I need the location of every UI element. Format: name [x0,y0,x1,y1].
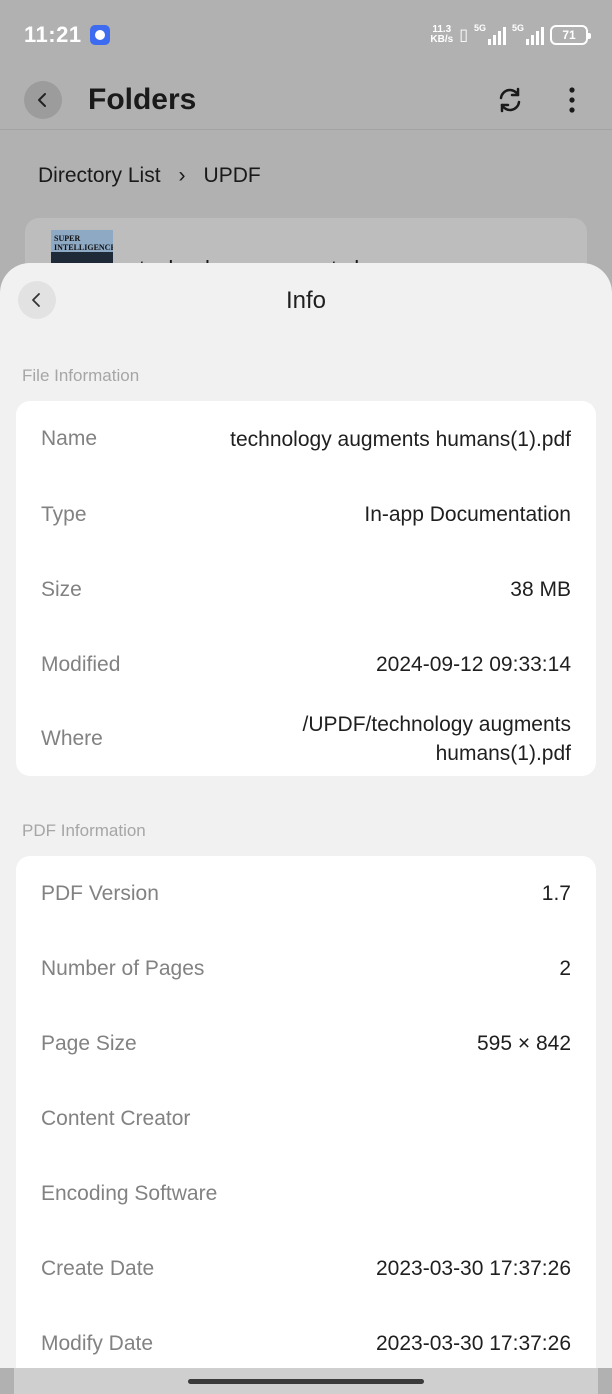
back-button[interactable] [24,80,62,119]
status-time: 11:21 [24,22,82,47]
info-row-content-creator: Content Creator [41,1106,191,1130]
breadcrumb-root[interactable]: Directory List [38,164,161,188]
status-bar: 11:21 11.3 KB/s ▯ 5G 5G 71 [0,0,612,70]
file-information-card: Name technology augments humans(1).pdf T… [16,401,596,776]
info-row-where: Where /UPDF/technology augments humans(1… [41,713,571,765]
info-row-pdf-version: PDF Version 1.7 [41,881,571,906]
sync-button[interactable] [494,84,526,116]
pdf-information-card: PDF Version 1.7 Number of Pages 2 Page S… [16,856,596,1381]
info-row-number-of-pages: Number of Pages 2 [41,956,571,981]
vibrate-icon: ▯ [459,27,468,44]
sheet-title: Info [285,287,327,314]
notification-app-icon [89,25,110,45]
info-row-type: Type In-app Documentation [41,502,571,527]
info-row-create-date: Create Date 2023-03-30 17:37:26 [41,1256,571,1281]
battery-icon: 71 [550,25,591,45]
info-row-encoding-software: Encoding Software [41,1181,218,1205]
info-row-modified: Modified 2024-09-12 09:33:14 [41,652,571,677]
breadcrumb-current[interactable]: UPDF [204,164,261,188]
status-indicators: 11.3 KB/s ▯ 5G 5G 71 [430,23,591,45]
page-title: Folders [88,82,197,116]
home-indicator[interactable] [188,1379,424,1384]
breadcrumb: Directory List › UPDF [38,160,261,192]
more-options-button[interactable] [556,84,588,116]
header-actions [494,84,588,116]
info-sheet: Info File Information Name technology au… [0,263,612,1394]
signal-icon-sim1: 5G [474,23,506,45]
more-vertical-icon [569,86,575,113]
pdf-information-heading: PDF Information [22,821,146,840]
battery-level: 71 [562,28,576,42]
info-row-page-size: Page Size 595 × 842 [41,1031,571,1056]
sync-icon [499,87,521,112]
app-header: Folders [0,70,612,130]
chevron-left-icon [38,92,46,107]
network-speed: 11.3 KB/s [430,24,454,45]
sheet-header: Info [0,263,612,339]
info-row-size: Size 38 MB [41,577,571,602]
sheet-back-button[interactable] [18,281,56,319]
info-row-name: Name technology augments humans(1).pdf [41,427,571,451]
file-information-heading: File Information [22,366,140,385]
chevron-left-icon [32,293,40,307]
signal-icon-sim2: 5G [512,23,544,45]
breadcrumb-separator-icon: › [178,164,186,187]
